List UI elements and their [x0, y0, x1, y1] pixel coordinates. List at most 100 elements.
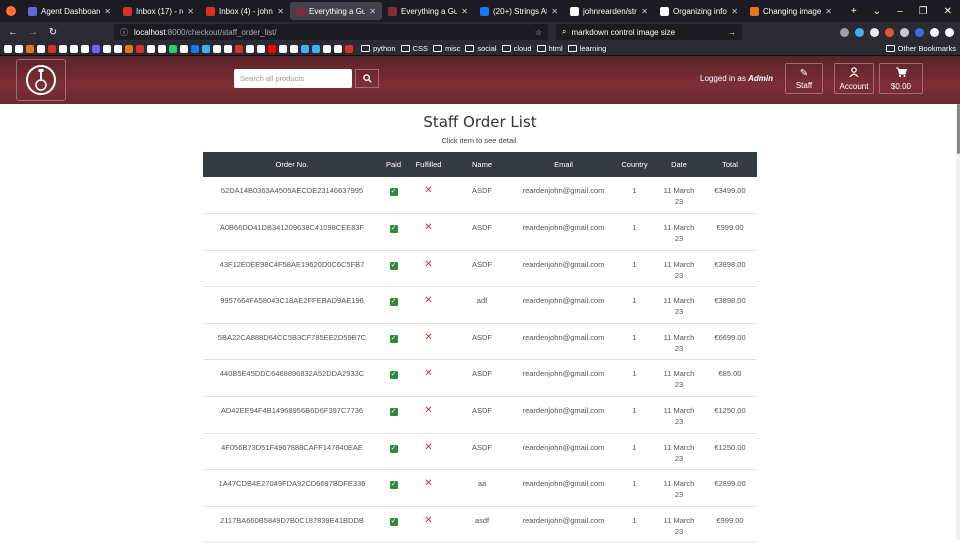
back-icon[interactable]: ← [6, 27, 20, 38]
bookmark-folder[interactable]: python [361, 44, 396, 53]
tab-close-icon[interactable]: ✕ [187, 7, 194, 16]
column-header[interactable]: Order No. [203, 152, 381, 177]
tab-close-icon[interactable]: ✕ [461, 7, 468, 16]
bookmark-site-icon[interactable] [103, 44, 111, 53]
pocket-icon[interactable] [840, 27, 849, 37]
tab-close-icon[interactable]: ✕ [641, 7, 648, 16]
bookmark-site-icon[interactable] [334, 44, 342, 53]
column-header[interactable]: Name [451, 152, 513, 177]
extensions-puzzle-icon[interactable] [930, 27, 939, 37]
bookmark-site-icon[interactable] [246, 44, 254, 53]
cart-button[interactable]: $0.00 [879, 63, 923, 94]
bookmark-site-icon[interactable] [59, 44, 67, 53]
extension-icon[interactable] [900, 27, 909, 37]
bookmark-site-icon[interactable] [37, 44, 45, 53]
bookmark-site-icon[interactable] [312, 44, 320, 53]
new-tab-icon[interactable]: + [851, 6, 857, 17]
forward-icon[interactable]: → [26, 27, 40, 38]
bookmark-folder[interactable]: learning [567, 44, 606, 53]
download-icon[interactable] [855, 27, 864, 37]
bookmark-folder[interactable]: social [465, 44, 497, 53]
browser-tab[interactable]: Inbox (17) - rearde ✕ [117, 0, 200, 22]
bookmark-site-icon[interactable] [180, 44, 188, 53]
reload-icon[interactable]: ↻ [46, 27, 60, 38]
order-row[interactable]: 43F12E0EE98C4F58AE19620D0C6C5FB7 ✓ ✕ ASDF re… [203, 250, 757, 288]
bookmark-site-icon[interactable] [125, 44, 133, 53]
list-tabs-icon[interactable]: ⌄ [873, 6, 881, 17]
column-header[interactable]: Email [513, 152, 614, 177]
bookmark-site-icon[interactable] [158, 44, 166, 53]
url-bar[interactable]: ⓘ localhost:8000/checkout/staff_order_li… [114, 24, 548, 40]
bookmark-site-icon[interactable] [81, 44, 89, 53]
column-header[interactable]: Total [703, 152, 757, 177]
staff-button[interactable]: ✎ Staff [785, 63, 823, 94]
bookmark-folder[interactable]: cloud [501, 44, 532, 53]
browser-menu-icon[interactable] [6, 6, 16, 16]
bookmark-folder[interactable]: html [536, 44, 563, 53]
bookmark-site-icon[interactable] [301, 44, 309, 53]
bookmark-site-icon[interactable] [169, 44, 177, 53]
browser-tab[interactable]: Everything a Guitarist✕ [290, 2, 382, 20]
bookmark-site-icon[interactable] [4, 44, 12, 53]
bookmark-site-icon[interactable] [345, 44, 353, 53]
bookmark-site-icon[interactable] [290, 44, 298, 53]
order-row[interactable]: 4F056B73D51F4967888CAFF147840EAE ✓ ✕ ASDF re… [203, 433, 757, 471]
bookmark-folder[interactable]: misc [432, 44, 460, 53]
tab-close-icon[interactable]: ✕ [825, 7, 832, 16]
tab-close-icon[interactable]: ✕ [104, 7, 111, 16]
browser-tab[interactable]: Organizing inform ✕ [654, 0, 744, 22]
order-row[interactable]: 52DA14B0363A4505AECDE23146637995 ✓ ✕ ASDF re… [203, 177, 757, 215]
order-row[interactable]: 9957664FA58043C18AE2FFEBAD9AE196 ✓ ✕ adf rea… [203, 286, 757, 324]
account-button[interactable]: Account [834, 63, 874, 94]
bookmark-site-icon[interactable] [15, 44, 23, 53]
extension-icon[interactable] [885, 27, 894, 37]
bookmark-site-icon[interactable] [279, 44, 287, 53]
tab-close-icon[interactable]: ✕ [731, 7, 738, 16]
bookmark-site-icon[interactable] [70, 44, 78, 53]
tab-close-icon[interactable]: ✕ [369, 7, 376, 16]
site-info-icon[interactable]: ⓘ [120, 27, 128, 38]
column-header[interactable]: Paid [381, 152, 406, 177]
minimize-icon[interactable]: – [897, 6, 903, 17]
order-row[interactable]: 2117BA660B5849D7B0C187839E41BDDB ✓ ✕ asdf re… [203, 506, 757, 543]
column-header[interactable]: Fulfilled [406, 152, 451, 177]
bookmark-folder[interactable]: CSS [400, 44, 428, 53]
bookmark-site-icon[interactable] [114, 44, 122, 53]
browser-tab[interactable]: Everything a Guitarist✕ [382, 0, 474, 22]
order-row[interactable]: 440B5E45DDC6468896832A52DDA2933C ✓ ✕ ASDF re… [203, 359, 757, 398]
bookmark-site-icon[interactable] [191, 44, 199, 53]
browser-tab[interactable]: Agent Dashboard - My✕ [22, 0, 117, 22]
extension-icon[interactable] [915, 27, 924, 37]
order-row[interactable]: A0B66DD41DB341209638C41098CEE83F ✓ ✕ ASDF re… [203, 213, 757, 251]
browser-tab[interactable]: (20+) Strings Attac✕ [474, 0, 564, 22]
browser-tab[interactable]: johnrearden/string ✕ [564, 0, 654, 22]
app-menu-icon[interactable] [945, 27, 954, 37]
bookmark-site-icon[interactable] [268, 44, 276, 53]
order-row[interactable]: 1A47CDB4E27049FDA92CD6697BDFE336 ✓ ✕ aa rear… [203, 469, 757, 507]
search-go-icon[interactable]: → [728, 28, 736, 37]
page-scrollbar[interactable] [956, 104, 960, 540]
browser-tab[interactable]: Inbox (4) - john.re ✕ [200, 0, 290, 22]
restore-icon[interactable]: ❐ [919, 6, 928, 17]
tab-close-icon[interactable]: ✕ [551, 7, 558, 16]
tab-close-icon[interactable]: ✕ [277, 7, 284, 16]
bookmark-site-icon[interactable] [213, 44, 221, 53]
bookmark-site-icon[interactable] [224, 44, 232, 53]
bookmark-site-icon[interactable] [26, 44, 34, 53]
column-header[interactable]: Date [655, 152, 703, 177]
bookmark-site-icon[interactable] [136, 44, 144, 53]
bookmark-site-icon[interactable] [92, 44, 100, 53]
column-header[interactable]: Country [614, 152, 655, 177]
other-bookmarks[interactable]: Other Bookmarks [885, 44, 956, 53]
browser-search-bar[interactable]: ⌕ markdown control image size → [556, 24, 742, 40]
browser-tab[interactable]: Changing image siz✕ [744, 0, 838, 22]
site-logo[interactable] [16, 59, 66, 101]
bookmark-site-icon[interactable] [257, 44, 265, 53]
order-row[interactable]: AD42EE94F4B14968956B6D6F397C7736 ✓ ✕ ASDF re… [203, 396, 757, 434]
bookmark-site-icon[interactable] [147, 44, 155, 53]
bookmark-site-icon[interactable] [202, 44, 210, 53]
bookmark-site-icon[interactable] [235, 44, 243, 53]
product-search-input[interactable] [234, 69, 352, 88]
extension-icon[interactable] [870, 27, 879, 37]
bookmark-site-icon[interactable] [48, 44, 56, 53]
